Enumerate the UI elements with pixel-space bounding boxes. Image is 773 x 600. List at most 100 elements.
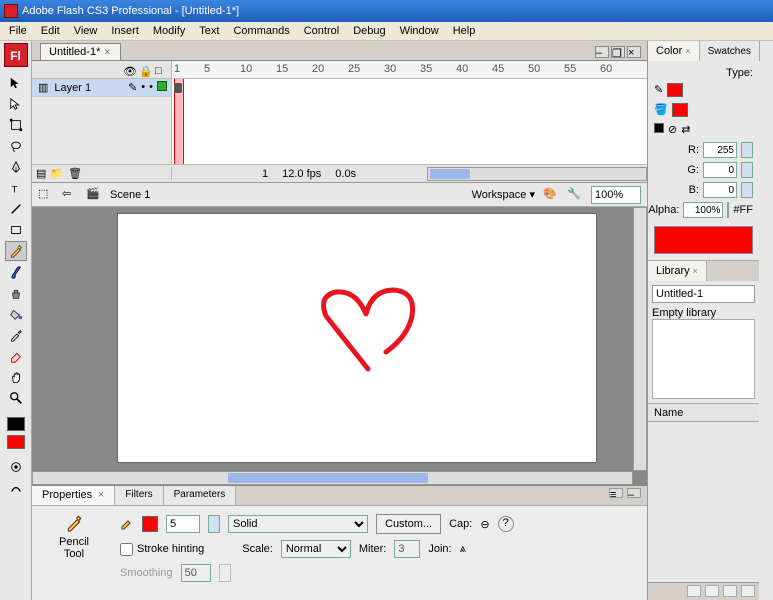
tab-parameters[interactable]: Parameters xyxy=(164,486,237,505)
delete-layer-icon[interactable]: 🗑 xyxy=(68,167,82,180)
menu-control[interactable]: Control xyxy=(297,23,346,39)
ink-bottle-tool[interactable] xyxy=(5,283,27,303)
help-icon[interactable]: ? xyxy=(498,516,514,532)
menu-text[interactable]: Text xyxy=(192,23,226,39)
menu-window[interactable]: Window xyxy=(393,23,446,39)
zoom-tool[interactable] xyxy=(5,388,27,408)
doc-restore-icon[interactable]: ❐ xyxy=(611,46,625,58)
edit-symbol-icon[interactable]: 🔧 xyxy=(567,187,583,203)
document-tab-label: Untitled-1* xyxy=(49,46,100,58)
scale-select[interactable]: Normal xyxy=(281,540,351,558)
stroke-size-input[interactable] xyxy=(166,515,200,533)
hand-tool[interactable] xyxy=(5,367,27,387)
zoom-input[interactable] xyxy=(591,186,641,204)
rectangle-tool[interactable] xyxy=(5,220,27,240)
menu-modify[interactable]: Modify xyxy=(146,23,192,39)
back-icon[interactable]: ⇦ xyxy=(62,187,78,203)
fill-swatch[interactable] xyxy=(672,103,688,117)
menu-debug[interactable]: Debug xyxy=(346,23,392,39)
layer-color-icon[interactable] xyxy=(157,81,167,91)
stroke-swatch[interactable] xyxy=(667,83,683,97)
menu-edit[interactable]: Edit xyxy=(34,23,67,39)
no-color-icon[interactable]: ⊘ xyxy=(668,123,677,136)
tab-properties[interactable]: Properties × xyxy=(32,486,115,505)
outline-icon[interactable]: □ xyxy=(155,65,165,75)
scene-name[interactable]: Scene 1 xyxy=(110,189,150,201)
free-transform-tool[interactable] xyxy=(5,115,27,135)
keyframe[interactable] xyxy=(174,83,182,93)
pen-tool[interactable] xyxy=(5,157,27,177)
smooth-option[interactable] xyxy=(5,478,27,498)
cap-dropdown-icon[interactable]: ⊖ xyxy=(480,518,489,531)
elapsed-display: 0.0s xyxy=(335,168,356,180)
stroke-hinting-checkbox[interactable]: Stroke hinting xyxy=(120,543,204,556)
stroke-size-dropdown[interactable] xyxy=(208,515,220,533)
paint-bucket-tool[interactable] xyxy=(5,304,27,324)
stroke-color-swatch[interactable] xyxy=(7,417,25,431)
timeline-frames[interactable] xyxy=(172,79,647,164)
new-symbol-icon[interactable] xyxy=(687,585,701,597)
custom-stroke-button[interactable]: Custom... xyxy=(376,514,441,534)
text-tool[interactable]: T xyxy=(5,178,27,198)
b-slider[interactable] xyxy=(741,182,753,198)
brush-tool[interactable] xyxy=(5,262,27,282)
panel-menu-icon[interactable]: ≡ xyxy=(609,488,623,498)
eyedropper-tool[interactable] xyxy=(5,325,27,345)
timeline-toggle-icon[interactable]: ⬚ xyxy=(38,187,54,203)
edit-scene-icon[interactable]: 🎨 xyxy=(543,187,559,203)
smoothing-label: Smoothing xyxy=(120,567,173,579)
doc-close-icon[interactable]: × xyxy=(627,46,641,58)
g-slider[interactable] xyxy=(741,162,753,178)
swap-colors-icon[interactable]: ⇄ xyxy=(681,123,690,136)
eraser-tool[interactable] xyxy=(5,346,27,366)
menu-commands[interactable]: Commands xyxy=(226,23,296,39)
stroke-style-select[interactable]: Solid xyxy=(228,515,368,533)
eye-icon[interactable]: 👁 xyxy=(123,65,133,75)
subselection-tool[interactable] xyxy=(5,94,27,114)
join-dropdown-icon[interactable]: ⩓ xyxy=(460,543,466,556)
close-tab-icon[interactable]: × xyxy=(104,47,110,58)
document-tabs: Untitled-1* × – ❐ × xyxy=(32,41,647,61)
delete-symbol-icon[interactable] xyxy=(741,585,755,597)
r-input[interactable] xyxy=(703,142,737,158)
panel-collapse-icon[interactable]: – xyxy=(627,488,641,498)
menu-file[interactable]: File xyxy=(2,23,34,39)
lock-icon[interactable]: 🔒 xyxy=(139,65,149,75)
menu-help[interactable]: Help xyxy=(446,23,483,39)
menu-insert[interactable]: Insert xyxy=(104,23,146,39)
fill-color-swatch[interactable] xyxy=(7,435,25,449)
pencil-tool[interactable] xyxy=(5,241,27,261)
stage-hscrollbar[interactable] xyxy=(32,471,633,485)
library-doc-select[interactable] xyxy=(652,285,755,303)
tab-filters[interactable]: Filters xyxy=(115,486,163,505)
alpha-slider[interactable] xyxy=(727,202,729,218)
new-folder-lib-icon[interactable] xyxy=(705,585,719,597)
library-column-header[interactable]: Name xyxy=(648,403,759,421)
properties-lib-icon[interactable] xyxy=(723,585,737,597)
workspace-menu[interactable]: Workspace ▾ xyxy=(472,188,535,201)
bw-swatch[interactable] xyxy=(654,123,664,133)
document-tab[interactable]: Untitled-1* × xyxy=(40,43,121,60)
tab-color[interactable]: Color× xyxy=(648,41,700,61)
r-slider[interactable] xyxy=(741,142,753,158)
snap-option[interactable] xyxy=(5,457,27,477)
stroke-color-button[interactable] xyxy=(142,516,158,532)
alpha-input[interactable] xyxy=(683,202,723,218)
lasso-tool[interactable] xyxy=(5,136,27,156)
line-tool[interactable] xyxy=(5,199,27,219)
stage-vscrollbar[interactable] xyxy=(633,207,647,471)
tools-panel: Fl T xyxy=(0,41,32,600)
new-layer-icon[interactable]: ▤ xyxy=(36,167,46,180)
layer-row[interactable]: ▥ Layer 1 ✎ •• xyxy=(32,79,171,97)
timeline-ruler[interactable]: 1 5 10 15 20 25 30 35 40 45 50 55 60 xyxy=(172,61,647,78)
menu-view[interactable]: View xyxy=(67,23,105,39)
g-input[interactable] xyxy=(703,162,737,178)
stage[interactable] xyxy=(117,213,597,463)
tab-library[interactable]: Library× xyxy=(648,261,707,281)
new-folder-icon[interactable]: 📁 xyxy=(50,167,64,180)
b-input[interactable] xyxy=(703,182,737,198)
tab-swatches[interactable]: Swatches xyxy=(700,41,760,61)
timeline-scrollbar[interactable] xyxy=(427,167,647,181)
doc-minimize-icon[interactable]: – xyxy=(595,46,609,58)
selection-tool[interactable] xyxy=(5,73,27,93)
